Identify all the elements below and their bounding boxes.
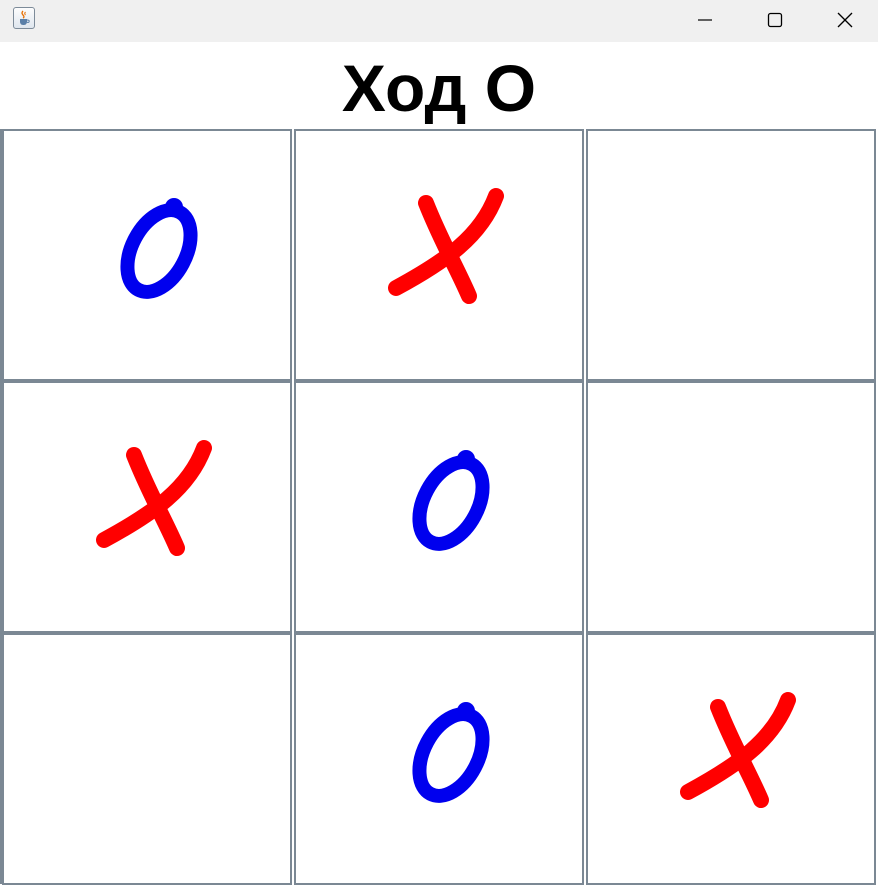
cell-r2-c2[interactable] — [294, 381, 584, 633]
app-window: Ход O — [0, 0, 878, 885]
o-mark — [412, 450, 490, 551]
cell-r3-c3[interactable] — [586, 633, 876, 885]
title-bar[interactable] — [0, 0, 878, 42]
turn-status-label: Ход O — [341, 51, 537, 125]
x-mark — [680, 692, 796, 808]
o-mark — [412, 702, 490, 803]
java-cup-icon[interactable] — [13, 7, 35, 29]
close-icon — [837, 12, 853, 28]
maximize-button[interactable] — [740, 0, 810, 40]
maximize-icon — [767, 12, 783, 28]
close-button[interactable] — [810, 0, 878, 40]
cell-r1-c1[interactable] — [2, 129, 292, 381]
cell-r1-c3[interactable] — [586, 129, 876, 381]
minimize-icon — [698, 19, 712, 21]
cell-r1-c2[interactable] — [294, 129, 584, 381]
x-mark — [96, 440, 212, 556]
cell-r3-c2[interactable] — [294, 633, 584, 885]
cell-r2-c1[interactable] — [2, 381, 292, 633]
cell-r3-c1[interactable] — [2, 633, 292, 885]
cell-r2-c3[interactable] — [586, 381, 876, 633]
x-mark — [388, 188, 504, 304]
minimize-button[interactable] — [670, 0, 740, 40]
o-mark — [120, 198, 198, 299]
